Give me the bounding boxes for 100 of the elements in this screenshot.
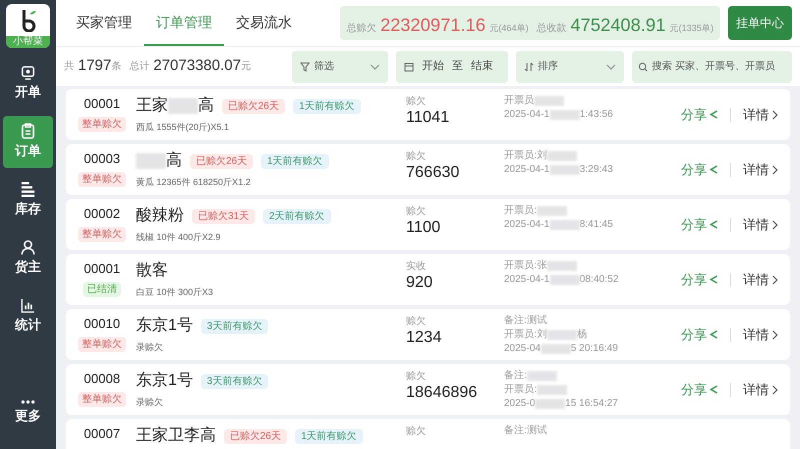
order-center-button[interactable]: 挂单中心 xyxy=(728,6,792,40)
sort-dropdown[interactable]: 排序 xyxy=(516,50,624,82)
search-icon xyxy=(638,62,648,72)
status-badge: 整单赊欠 xyxy=(78,172,126,186)
tab[interactable]: 交易流水 xyxy=(224,0,304,46)
info-line: 2025-04 5 20:16:49 xyxy=(504,342,619,355)
sidebar-item[interactable]: 库存 xyxy=(3,174,53,226)
status-badge: 已结清 xyxy=(83,282,121,296)
chevron-down-icon xyxy=(370,64,380,70)
share-link[interactable]: 分享 xyxy=(681,160,718,180)
item-detail: 黄瓜 12365件 618250斤X1.2 xyxy=(136,176,252,189)
person-icon xyxy=(21,240,35,255)
order-card[interactable]: 00007 王家卫李高 已赊欠26天 1天前有赊欠 赊欠 备注:测试 xyxy=(66,419,790,449)
chevron-right-icon xyxy=(772,220,778,230)
share-icon xyxy=(709,330,718,339)
order-count: 1797 xyxy=(78,56,112,76)
total-label: 总计 xyxy=(129,60,150,74)
calendar-icon xyxy=(404,62,414,72)
paid-amount: 4752408.91 xyxy=(570,14,666,37)
item-detail: 白豆 10件 300斤X3 xyxy=(136,286,214,299)
debt-label: 总赊欠 xyxy=(346,22,376,36)
item-detail: 录赊欠 xyxy=(136,341,164,354)
order-card[interactable]: 00002 整单赊欠 酸辣粉 已赊欠31天 2天前有赊欠 线椒 10件 400斤X2.9 赊欠 1100 开票员: 2025-04-1 8:41:45 分享 详情 xyxy=(66,199,790,250)
count-suffix: 条 xyxy=(111,60,122,74)
buyer-name: 王家 高 xyxy=(136,96,214,116)
debt-amount: 22320971.16 xyxy=(380,14,486,37)
info-line: 开票员:张 xyxy=(504,259,674,272)
chevron-right-icon xyxy=(772,274,778,284)
info-line: 开票员: xyxy=(504,204,674,217)
sidebar-item[interactable]: 统计 xyxy=(3,290,53,342)
tag: 1天前有赊欠 xyxy=(293,98,361,114)
info-line: 开票员:刘 xyxy=(504,149,674,162)
total-unit: 元 xyxy=(240,60,251,74)
info-line: 2025-04-1 3:29:43 xyxy=(504,163,614,176)
app-logo: 小帮菜 xyxy=(6,4,50,48)
sidebar-item[interactable]: 订单 xyxy=(3,116,53,168)
tag: 已赊欠31天 xyxy=(192,208,256,224)
amount-label: 赊欠 xyxy=(406,370,427,384)
paid-unit: 元(1335单) xyxy=(670,22,714,35)
search-field[interactable]: 搜索 买家、开票号、开票员 xyxy=(632,50,792,82)
sidebar-item[interactable]: 更多 xyxy=(3,387,53,439)
status-badge: 整单赊欠 xyxy=(78,116,126,132)
status-badge: 整单赊欠 xyxy=(78,336,126,352)
share-icon xyxy=(709,275,718,284)
order-number: 00007 xyxy=(84,425,120,443)
share-link[interactable]: 分享 xyxy=(681,270,718,290)
share-link[interactable]: 分享 xyxy=(681,214,718,234)
details-link[interactable]: 详情 xyxy=(743,324,778,344)
tab[interactable]: 买家管理 xyxy=(64,0,144,46)
share-link[interactable]: 分享 xyxy=(681,380,718,400)
amount-value: 920 xyxy=(406,274,434,292)
chevron-right-icon xyxy=(772,164,778,174)
order-card[interactable]: 00001 已结清 散客 白豆 10件 300斤X3 实收 920 开票员:张 2025-04-1 08:40:52 分享 详情 xyxy=(66,254,790,305)
share-link[interactable]: 分享 xyxy=(681,104,718,124)
chevron-right-icon xyxy=(772,384,778,394)
tag: 已赊欠26天 xyxy=(222,98,286,114)
order-card[interactable]: 00001 整单赊欠 王家 高 已赊欠26天 1天前有赊欠 西瓜 1555件(20斤)X5.1 赊欠 11041 开票员 2025-04-1 1:43:56 分享 详情 xyxy=(66,89,790,140)
details-link[interactable]: 详情 xyxy=(743,104,778,124)
count-prefix: 共 xyxy=(64,60,74,74)
share-icon xyxy=(709,165,718,174)
amount-value: 1100 xyxy=(406,219,442,237)
order-number: 00010 xyxy=(84,315,120,333)
order-card[interactable]: 00003 整单赊欠 高 已赊欠26天 1天前有赊欠 黄瓜 12365件 618250斤X1.2 赊欠 766630 开票员:刘 2025-04-1 3:29:43 分享 详情 xyxy=(66,144,790,195)
chevron-down-icon xyxy=(606,64,616,70)
amount-label: 赊欠 xyxy=(406,205,427,219)
amount-value: 766630 xyxy=(406,164,460,182)
share-icon xyxy=(709,385,718,394)
order-number: 00002 xyxy=(84,205,120,223)
bars-icon xyxy=(21,182,35,197)
order-card[interactable]: 00008 整单赊欠 东京1号 3天前有赊欠 录赊欠 赊欠 18646896 备注: 开票员: 2025-0 15 16:54:27 分享 详情 xyxy=(66,364,790,415)
date-range-field[interactable]: 开始 至 结束 xyxy=(396,50,508,82)
amount-label: 赊欠 xyxy=(406,150,427,164)
details-link[interactable]: 详情 xyxy=(743,380,778,400)
tag: 1天前有赊欠 xyxy=(261,154,329,168)
sidebar-item[interactable]: 货主 xyxy=(3,232,53,284)
amount-value: 18646896 xyxy=(406,384,478,402)
chevron-right-icon xyxy=(772,110,778,120)
order-number: 00001 xyxy=(84,260,120,278)
info-line: 开票员: xyxy=(504,383,674,396)
info-line: 2025-04-1 8:41:45 xyxy=(504,218,614,231)
share-icon xyxy=(709,220,718,229)
info-line: 2025-04-1 08:40:52 xyxy=(504,273,620,286)
details-link[interactable]: 详情 xyxy=(743,160,778,180)
filter-dropdown[interactable]: 筛选 xyxy=(292,50,388,82)
debt-unit: 元(464单) xyxy=(489,22,528,35)
order-card[interactable]: 00010 整单赊欠 东京1号 3天前有赊欠 录赊欠 赊欠 1234 备注:测试 开票员:刘 杨 2025-04 5 20:16:49 分享 详情 xyxy=(66,309,790,360)
amount-value: 1234 xyxy=(406,329,443,347)
tag: 3天前有赊欠 xyxy=(200,374,268,388)
tag: 已赊欠26天 xyxy=(224,428,288,444)
item-detail: 西瓜 1555件(20斤)X5.1 xyxy=(136,121,230,134)
details-link[interactable]: 详情 xyxy=(743,214,778,234)
details-link[interactable]: 详情 xyxy=(743,270,778,290)
share-link[interactable]: 分享 xyxy=(681,324,718,344)
chart-icon xyxy=(21,298,35,313)
info-line: 2025-0 15 16:54:27 xyxy=(504,397,619,410)
status-badge: 整单赊欠 xyxy=(78,392,126,406)
info-line: 备注:测试 xyxy=(504,314,548,327)
total-amount: 27073380.07 xyxy=(153,56,241,76)
amount-label: 赊欠 xyxy=(406,315,427,329)
sidebar-item[interactable]: 开单 xyxy=(3,58,53,110)
